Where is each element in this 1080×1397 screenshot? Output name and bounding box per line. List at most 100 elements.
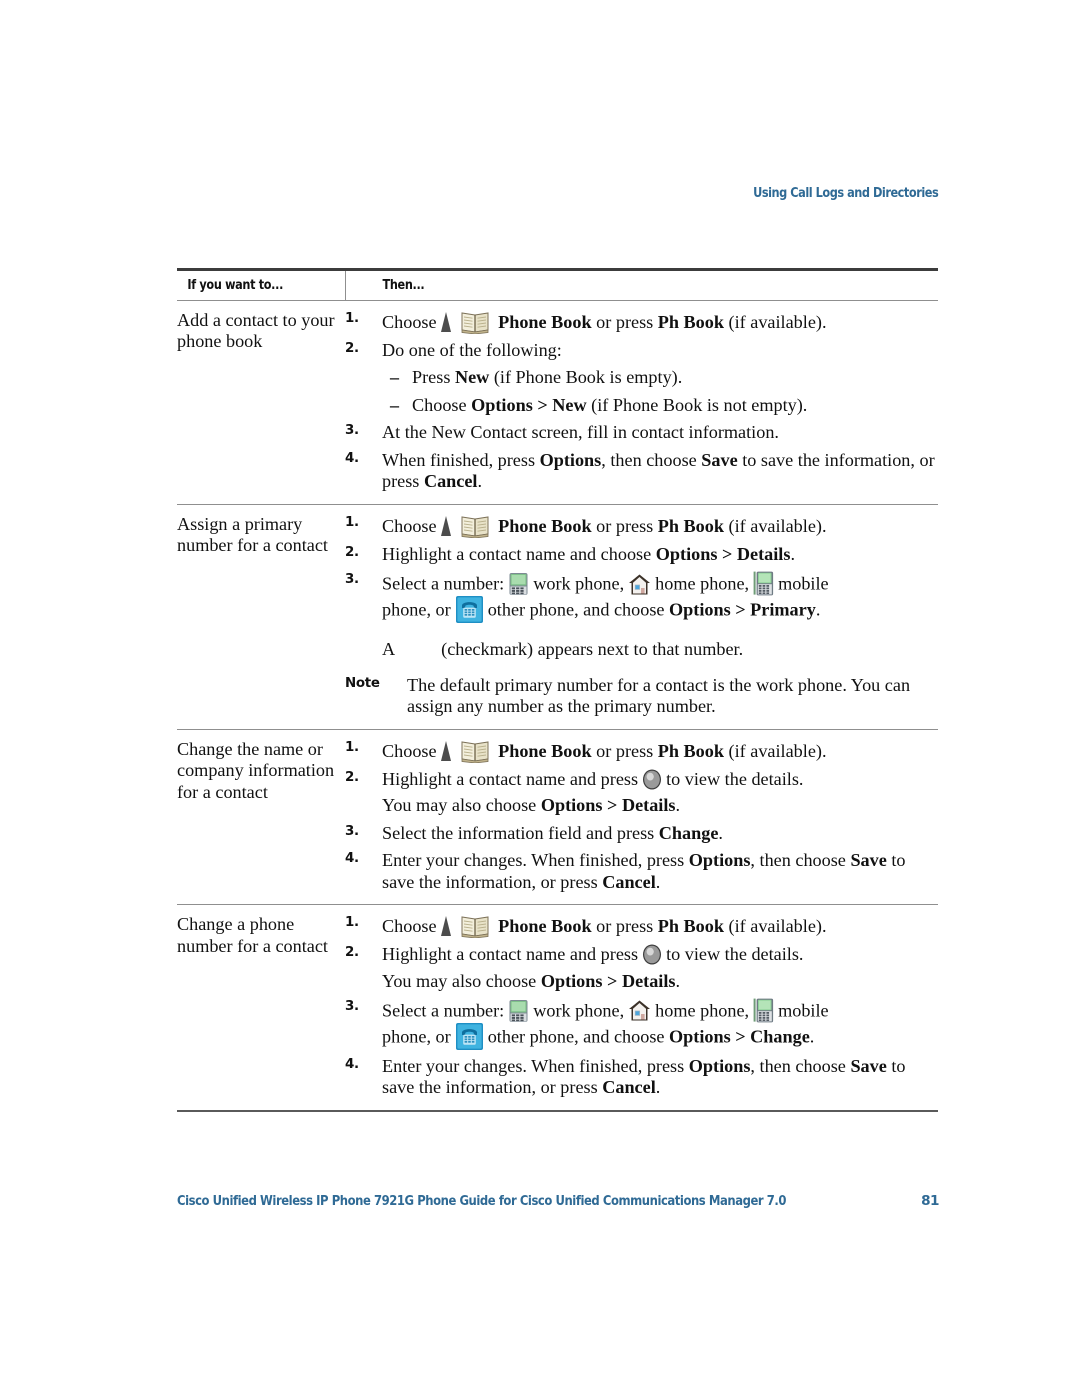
step-item: Choose Phone Book or press Ph Book (if a… [345,310,938,334]
step-text-part: , [750,1055,760,1076]
work-phone-icon [508,999,529,1023]
softkey-change: Change [658,822,719,843]
step-text-part: Choose [382,516,437,536]
step-text-part: to [886,850,906,871]
table-row: Add a contact to your phone book Choose [177,300,938,505]
step-text-part: . [809,1026,815,1047]
checkmark-note-prefix: A [382,639,396,660]
step-text-part: phone, or [382,599,451,620]
menu-details: Details [621,970,676,991]
phone-book-icon [460,310,490,334]
step-list: Choose Phone Book or press Ph Book (if a… [345,914,938,1099]
step-text-part: Phone Book [494,516,592,536]
phone-book-icon [460,914,490,939]
other-phone-icon [455,596,483,624]
step-text-part: mobile [778,573,829,594]
checkmark-note-text: (checkmark) appears next to that number. [441,639,744,660]
step-item: Do one of the following: Press New (if P… [345,340,938,417]
column-header-then: Then... [368,268,915,301]
menu-details: Details [736,543,791,564]
menu-options: Options [540,970,603,991]
phone-book-icon [460,514,490,538]
sub-option-list: Press New (if Phone Book is empty). Choo… [382,367,938,416]
step-text-part: (if available). [728,916,827,937]
table-header-row: If you want to... Then... [177,268,938,301]
mobile-phone-icon [753,571,774,596]
menu-path-phone-book: Phone Book [498,916,592,937]
softkey-ph-book: Ph Book [657,312,724,333]
sub-option-item: Press New (if Phone Book is empty). [382,367,938,389]
step-text-part: Choose [382,916,437,937]
step-text-part: save the information, or press [382,871,598,892]
softkey-new: New [454,367,490,388]
task-steps: Choose Phone Book or press Ph Book (if a… [345,904,938,1112]
menu-details: Details [621,795,676,816]
step-text-part: Phone Book [494,741,592,761]
step-text-part: Highlight a contact name and press [382,944,639,965]
step-text-part: . [655,1077,661,1098]
sub-option-text: Press [412,367,451,388]
menu-save: Save [701,449,738,470]
step-item: Select the information field and press C… [345,823,938,844]
navigation-triangle-icon [440,740,452,761]
step-text-part: mobile [778,1000,829,1021]
task-steps: Choose Phone Book or press Ph Book (if a… [345,504,938,730]
step-item: Highlight a contact name and press to vi… [345,944,938,992]
task-description: Change the name or company information f… [177,729,345,906]
step-text-part: , then choose [601,449,697,470]
step-text: When finished, press Options, then choos… [382,450,938,493]
phone-book-icon [460,739,490,763]
sub-option-item: Choose Options > New (if Phone Book is n… [382,394,938,417]
softkey-ph-book: Ph Book [657,916,724,937]
step-subtext: You may also choose Options > Details. [382,971,938,992]
menu-save: Save [850,1055,887,1076]
step-text-part: . [790,543,795,564]
step-text-part: When finished, press [382,449,536,470]
task-description: Add a contact to your phone book [177,300,345,505]
menu-save: Save [850,850,887,871]
menu-path-phone-book: Phone Book [498,516,592,536]
step-text: At the New Contact screen, fill in conta… [382,422,779,443]
step-item: Choose Phone Book or press Ph Book (if a… [345,514,938,538]
step-text-part: other phone, and choose [487,599,665,620]
softkey-cancel: Cancel [423,471,478,492]
column-header-label: If you want to... [187,277,284,293]
sub-option-text: Choose [412,394,467,415]
menu-new: New [552,394,587,415]
softkey-cancel: Cancel [602,1077,656,1098]
step-text-part: then choose [759,1055,851,1076]
procedure-table: If you want to... Then... Add a contact … [177,268,938,1112]
step-text: Select a number: work phone, home phone,… [382,998,938,1050]
step-text: Enter your changes. When finished, press… [382,850,938,893]
task-steps: Choose Phone Book or press Ph Book (if a… [345,729,938,906]
step-item: Select a number: work phone, home phone,… [345,571,938,624]
note-text: The default primary number for a contact… [407,674,911,717]
softkey-cancel: Cancel [602,871,656,892]
step-item: Choose Phone Book or press Ph Book (if a… [345,739,938,763]
step-text: Highlight a contact name and press to vi… [382,769,938,790]
step-item: Choose Phone Book or press Ph Book (if a… [345,914,938,939]
step-text-part: . [815,599,821,620]
step-text-part: home phone, [655,573,750,594]
step-text-part: or press [596,312,654,333]
step-list: Choose Phone Book or press Ph Book (if a… [345,310,938,493]
menu-change: Change [750,1026,810,1047]
step-text-part: Highlight a contact name and press [382,768,639,789]
task-description: Assign a primary number for a contact [177,504,345,730]
step-item: At the New Contact screen, fill in conta… [345,422,938,443]
menu-path-phone-book: Phone Book [498,312,592,333]
document-page: Using Call Logs and Directories If you w… [0,0,1080,1397]
navigation-triangle-icon [440,516,452,536]
step-list: Choose Phone Book or press Ph Book (if a… [345,514,938,624]
footer-document-title: Cisco Unified Wireless IP Phone 7921G Ph… [177,1194,787,1209]
menu-separator: > [721,543,733,564]
step-text: Choose Phone Book or press Ph Book (if a… [382,310,938,334]
step-text: Highlight a contact name and press to vi… [382,944,938,965]
step-text-part: Enter your changes. When finished, press [382,850,685,871]
step-text-part: You may also choose [382,795,537,816]
table-row: Change a phone number for a contact Choo… [177,904,938,1112]
step-text-part: home phone, [655,1000,750,1021]
step-text-part: then choose [759,850,851,871]
column-header-label: Then... [382,277,424,293]
step-subtext: You may also choose Options > Details. [382,795,938,816]
